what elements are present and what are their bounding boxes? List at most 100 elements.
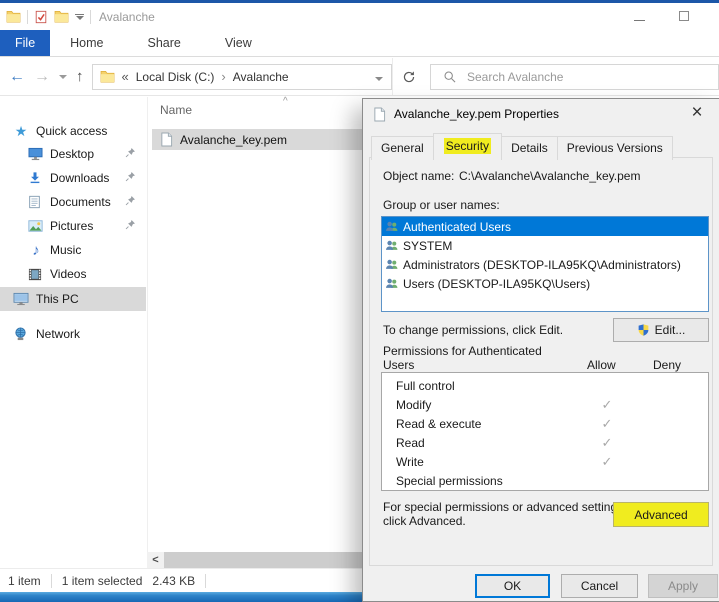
column-header-name[interactable]: Name bbox=[160, 103, 192, 117]
breadcrumb-item-local-disk[interactable]: Local Disk (C:) bbox=[136, 70, 215, 84]
sidebar-item-downloads[interactable]: Downloads bbox=[0, 166, 146, 190]
tab-share[interactable]: Share bbox=[134, 30, 195, 56]
tab-general[interactable]: General bbox=[371, 136, 434, 160]
sidebar-item-quick-access[interactable]: ★ Quick access bbox=[0, 119, 146, 143]
navigation-pane: ★ Quick access Desktop Downloads bbox=[0, 97, 148, 568]
minimize-button[interactable] bbox=[634, 10, 645, 24]
status-size: 2.43 KB bbox=[152, 574, 195, 588]
permissions-label-line1: Permissions for Authenticated bbox=[383, 344, 542, 358]
advanced-hint-line2: click Advanced. bbox=[383, 514, 466, 528]
caption-buttons bbox=[634, 3, 689, 30]
horizontal-scrollbar[interactable]: < bbox=[147, 552, 362, 568]
uac-shield-icon bbox=[637, 323, 650, 337]
quick-access-toolbar bbox=[0, 10, 91, 24]
refresh-button[interactable] bbox=[392, 58, 424, 95]
file-row-avalanche-key[interactable]: Avalanche_key.pem bbox=[152, 129, 362, 150]
acl-name: Administrators (DESKTOP-ILA95KQ\Administ… bbox=[403, 258, 681, 272]
back-icon[interactable]: ← bbox=[9, 69, 25, 85]
acl-row-administrators[interactable]: Administrators (DESKTOP-ILA95KQ\Administ… bbox=[382, 255, 708, 274]
dialog-close-icon[interactable]: × bbox=[681, 101, 713, 125]
breadcrumb: « Local Disk (C:) › Avalanche bbox=[93, 69, 368, 84]
up-icon[interactable]: ↑ bbox=[76, 69, 84, 84]
perm-row-full-control[interactable]: Full control bbox=[382, 376, 708, 395]
breadcrumb-separator-icon[interactable]: › bbox=[221, 69, 225, 84]
sidebar-item-desktop[interactable]: Desktop bbox=[0, 142, 146, 166]
sidebar-item-label: Videos bbox=[50, 267, 86, 281]
maximize-button[interactable] bbox=[679, 10, 689, 24]
perm-row-modify[interactable]: Modify ✓ bbox=[382, 395, 708, 414]
sidebar-item-label: Music bbox=[50, 243, 81, 257]
recent-locations-chevron-icon[interactable] bbox=[59, 75, 67, 79]
explorer-window: Avalanche File Home Share View ← → ↑ « L… bbox=[0, 0, 719, 602]
acl-row-system[interactable]: SYSTEM bbox=[382, 236, 708, 255]
ok-button[interactable]: OK bbox=[475, 574, 550, 598]
sidebar-item-documents[interactable]: Documents bbox=[0, 190, 146, 214]
edit-button[interactable]: Edit... bbox=[613, 318, 709, 342]
sort-ascending-icon[interactable]: ^ bbox=[283, 96, 288, 107]
dialog-file-icon bbox=[373, 107, 386, 122]
properties-dialog: Avalanche_key.pem Properties × General S… bbox=[362, 98, 719, 602]
object-name-label: Object name: bbox=[383, 169, 454, 183]
user-group-icon bbox=[385, 277, 399, 290]
allow-checkmark: ✓ bbox=[594, 416, 620, 432]
allow-checkmark: ✓ bbox=[594, 454, 620, 470]
perm-row-write[interactable]: Write ✓ bbox=[382, 452, 708, 471]
address-dropdown-chevron-icon[interactable] bbox=[367, 70, 391, 84]
search-input[interactable] bbox=[467, 66, 718, 88]
acl-row-users[interactable]: Users (DESKTOP-ILA95KQ\Users) bbox=[382, 274, 708, 293]
new-folder-icon[interactable] bbox=[54, 10, 69, 23]
apply-button[interactable]: Apply bbox=[648, 574, 718, 598]
sidebar-item-network[interactable]: Network bbox=[0, 322, 146, 346]
tab-details[interactable]: Details bbox=[501, 136, 558, 160]
scrollbar-thumb[interactable] bbox=[164, 552, 362, 568]
status-divider bbox=[205, 574, 206, 588]
sidebar-item-label: Pictures bbox=[50, 219, 93, 233]
pictures-icon bbox=[28, 220, 44, 232]
perm-name: Write bbox=[396, 455, 424, 469]
qat-separator bbox=[90, 10, 91, 24]
taskbar-strip bbox=[0, 592, 362, 602]
allow-checkmark: ✓ bbox=[594, 397, 620, 413]
breadcrumb-overflow-chevron[interactable]: « bbox=[122, 69, 129, 84]
status-item-count: 1 item bbox=[8, 574, 41, 588]
tab-file[interactable]: File bbox=[0, 30, 50, 56]
sidebar-item-pictures[interactable]: Pictures bbox=[0, 214, 146, 238]
quick-access-star-icon: ★ bbox=[13, 123, 29, 140]
tab-view[interactable]: View bbox=[211, 30, 266, 56]
forward-icon[interactable]: → bbox=[34, 69, 50, 85]
permissions-listbox[interactable]: Full control Modify ✓ Read & execute ✓ R… bbox=[381, 372, 709, 491]
scroll-left-arrow-icon[interactable]: < bbox=[147, 552, 164, 568]
tab-previous-versions[interactable]: Previous Versions bbox=[557, 136, 673, 160]
perm-name: Read & execute bbox=[396, 417, 481, 431]
pin-icon bbox=[125, 171, 136, 182]
sidebar-item-label: Desktop bbox=[50, 147, 94, 161]
this-pc-icon bbox=[13, 292, 29, 306]
group-user-listbox[interactable]: Authenticated Users SYSTEM Administrator… bbox=[381, 216, 709, 312]
sidebar-item-music[interactable]: ♪ Music bbox=[0, 238, 146, 262]
acl-name: Users (DESKTOP-ILA95KQ\Users) bbox=[403, 277, 590, 291]
perm-row-special-permissions[interactable]: Special permissions bbox=[382, 471, 708, 490]
advanced-button-label: Advanced bbox=[634, 508, 687, 522]
network-icon bbox=[13, 327, 29, 341]
status-bar: 1 item 1 item selected 2.43 KB bbox=[0, 568, 362, 592]
refresh-icon bbox=[402, 70, 416, 84]
pin-icon bbox=[125, 195, 136, 206]
file-icon bbox=[160, 132, 173, 147]
cancel-button[interactable]: Cancel bbox=[561, 574, 638, 598]
sidebar-item-videos[interactable]: Videos bbox=[0, 262, 146, 286]
tab-security[interactable]: Security bbox=[433, 133, 502, 160]
perm-row-read-execute[interactable]: Read & execute ✓ bbox=[382, 414, 708, 433]
sidebar-item-this-pc[interactable]: This PC bbox=[0, 287, 146, 311]
perm-row-read[interactable]: Read ✓ bbox=[382, 433, 708, 452]
advanced-button[interactable]: Advanced bbox=[613, 502, 709, 527]
pin-icon bbox=[125, 219, 136, 230]
breadcrumb-item-avalanche[interactable]: Avalanche bbox=[233, 70, 289, 84]
qat-customize-chevron-icon[interactable] bbox=[75, 14, 84, 20]
edit-hint: To change permissions, click Edit. bbox=[383, 323, 563, 337]
perm-name: Modify bbox=[396, 398, 431, 412]
acl-row-authenticated-users[interactable]: Authenticated Users bbox=[382, 217, 708, 236]
tab-home[interactable]: Home bbox=[56, 30, 117, 56]
search-box[interactable] bbox=[430, 64, 719, 90]
properties-check-icon[interactable] bbox=[34, 10, 48, 24]
address-bar[interactable]: « Local Disk (C:) › Avalanche bbox=[92, 64, 393, 90]
